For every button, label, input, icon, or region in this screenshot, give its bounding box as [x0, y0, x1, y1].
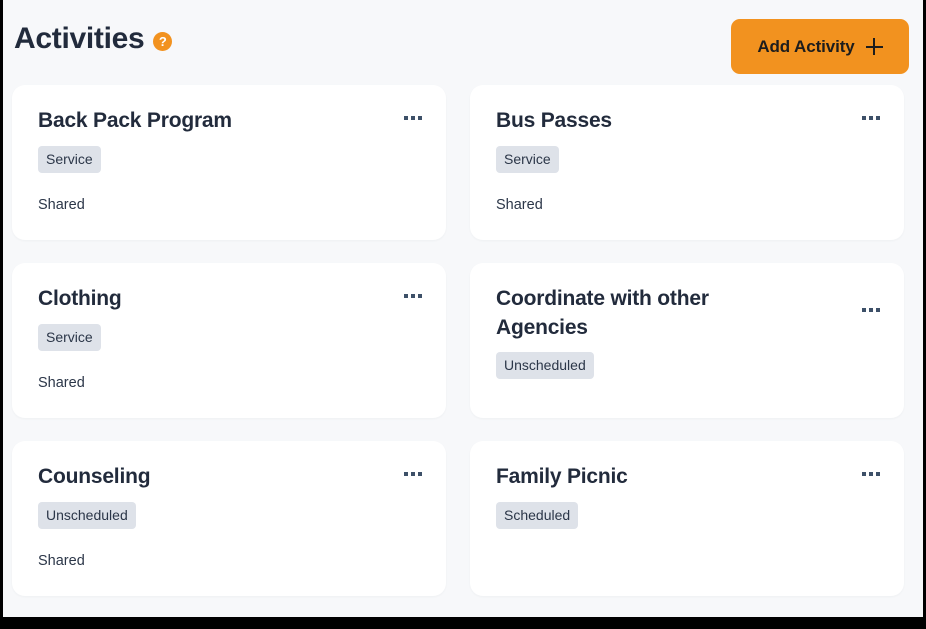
activity-title: Clothing — [38, 287, 122, 310]
activity-status-badge: Unscheduled — [496, 351, 594, 379]
activity-card[interactable]: Back Pack Program Service Shared — [12, 85, 446, 240]
activities-grid: Back Pack Program Service Shared Bus Pas… — [3, 85, 923, 596]
activity-status-badge: Service — [496, 146, 559, 173]
activity-sharing-label: Shared — [496, 197, 543, 213]
ellipsis-icon[interactable] — [862, 463, 882, 476]
card-header: Coordinate with other Agencies — [496, 285, 882, 343]
plus-icon — [865, 38, 883, 55]
activity-title: Counseling — [38, 465, 151, 488]
activity-title: Bus Passes — [496, 109, 612, 132]
activity-status-badge: Service — [38, 324, 101, 351]
card-header: Clothing — [38, 285, 424, 315]
ellipsis-icon[interactable] — [862, 107, 882, 120]
activity-status-badge: Unscheduled — [38, 502, 136, 529]
activity-card[interactable]: Coordinate with other Agencies Unschedul… — [470, 263, 904, 418]
card-header: Counseling — [38, 463, 424, 493]
add-activity-label: Add Activity — [757, 36, 855, 56]
activity-sharing-label: Shared — [38, 375, 85, 391]
activity-status-badge: Scheduled — [496, 502, 579, 529]
page-header: Activities ? Add Activity — [3, 0, 923, 85]
card-header: Family Picnic — [496, 463, 882, 493]
page-title: Activities — [14, 22, 145, 55]
activity-card[interactable]: Bus Passes Service Shared — [470, 85, 904, 240]
activity-card[interactable]: Clothing Service Shared — [12, 263, 446, 418]
activity-status-badge: Service — [38, 146, 101, 173]
ellipsis-icon[interactable] — [404, 107, 424, 120]
ellipsis-icon[interactable] — [862, 285, 882, 312]
activity-title: Coordinate with other Agencies — [496, 287, 709, 339]
title-group: Activities ? — [14, 22, 173, 55]
activity-card[interactable]: Family Picnic Scheduled — [470, 441, 904, 596]
activity-sharing-label: Shared — [38, 553, 85, 569]
activities-page: Activities ? Add Activity Back Pack Prog… — [3, 0, 923, 617]
activity-title: Family Picnic — [496, 465, 628, 488]
activity-title: Back Pack Program — [38, 109, 232, 132]
ellipsis-icon[interactable] — [404, 463, 424, 476]
activity-sharing-label: Shared — [38, 197, 85, 213]
card-header: Back Pack Program — [38, 107, 424, 137]
add-activity-button[interactable]: Add Activity — [731, 19, 909, 74]
card-header: Bus Passes — [496, 107, 882, 137]
activity-card[interactable]: Counseling Unscheduled Shared — [12, 441, 446, 596]
help-circle-icon[interactable]: ? — [153, 31, 173, 51]
ellipsis-icon[interactable] — [404, 285, 424, 298]
